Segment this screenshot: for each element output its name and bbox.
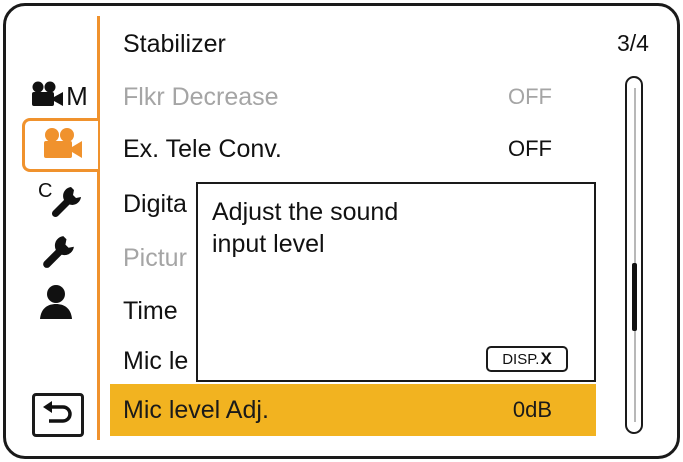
menu-item-label: Mic level Adj. [123,395,269,424]
menu-item-mic-level-adj[interactable]: Mic level Adj. 0dB [110,384,596,436]
menu-item-label: Stabilizer [123,29,226,58]
menu-item-label: Mic le [123,346,189,375]
help-text-line: input level [212,230,325,258]
tab-divider [97,16,100,440]
scrollbar[interactable] [625,76,643,434]
tab-setup[interactable] [24,228,94,280]
menu-item-flkr-decrease[interactable]: Flkr Decrease OFF [110,71,596,123]
tab-movie-manual[interactable]: M [24,70,94,122]
close-icon: X [540,349,552,368]
help-popup: Adjust the sound input level DISP. X [196,182,596,382]
tab-movie[interactable] [22,118,98,172]
menu-item-value: OFF [508,84,552,109]
help-text: Adjust the sound input level [212,196,542,260]
page-indicator: 3/4 [617,30,649,56]
menu-item-label: Flkr Decrease [123,82,279,111]
return-arrow-icon [43,400,73,430]
tab-letter-m: M [66,81,88,111]
movie-camera-icon [41,127,83,164]
back-button[interactable] [32,393,84,437]
menu-item-value: 0dB [512,397,552,422]
wrench-icon [49,185,83,224]
disp-close-button[interactable]: DISP. X [486,346,568,372]
tab-my-menu[interactable] [24,278,94,330]
scrollbar-thumb[interactable] [632,263,637,331]
tab-letter-c: C [38,180,53,202]
menu-item-label: Ex. Tele Conv. [123,134,282,163]
tab-custom[interactable]: C [24,176,94,228]
person-icon [39,284,73,325]
menu-item-value: OFF [508,136,552,161]
menu-item-label: Digita [123,189,187,218]
movie-camera-icon [30,81,64,112]
disp-label: DISP. [502,350,540,368]
wrench-icon [40,234,76,275]
menu-item-ex-tele-conv[interactable]: Ex. Tele Conv. OFF [110,123,596,175]
help-text-line: Adjust the sound [212,198,399,226]
menu-item-label: Pictur [123,243,187,272]
menu-item-stabilizer[interactable]: Stabilizer [110,18,596,70]
menu-item-label: Time [123,296,178,325]
scrollbar-rail [634,88,636,422]
